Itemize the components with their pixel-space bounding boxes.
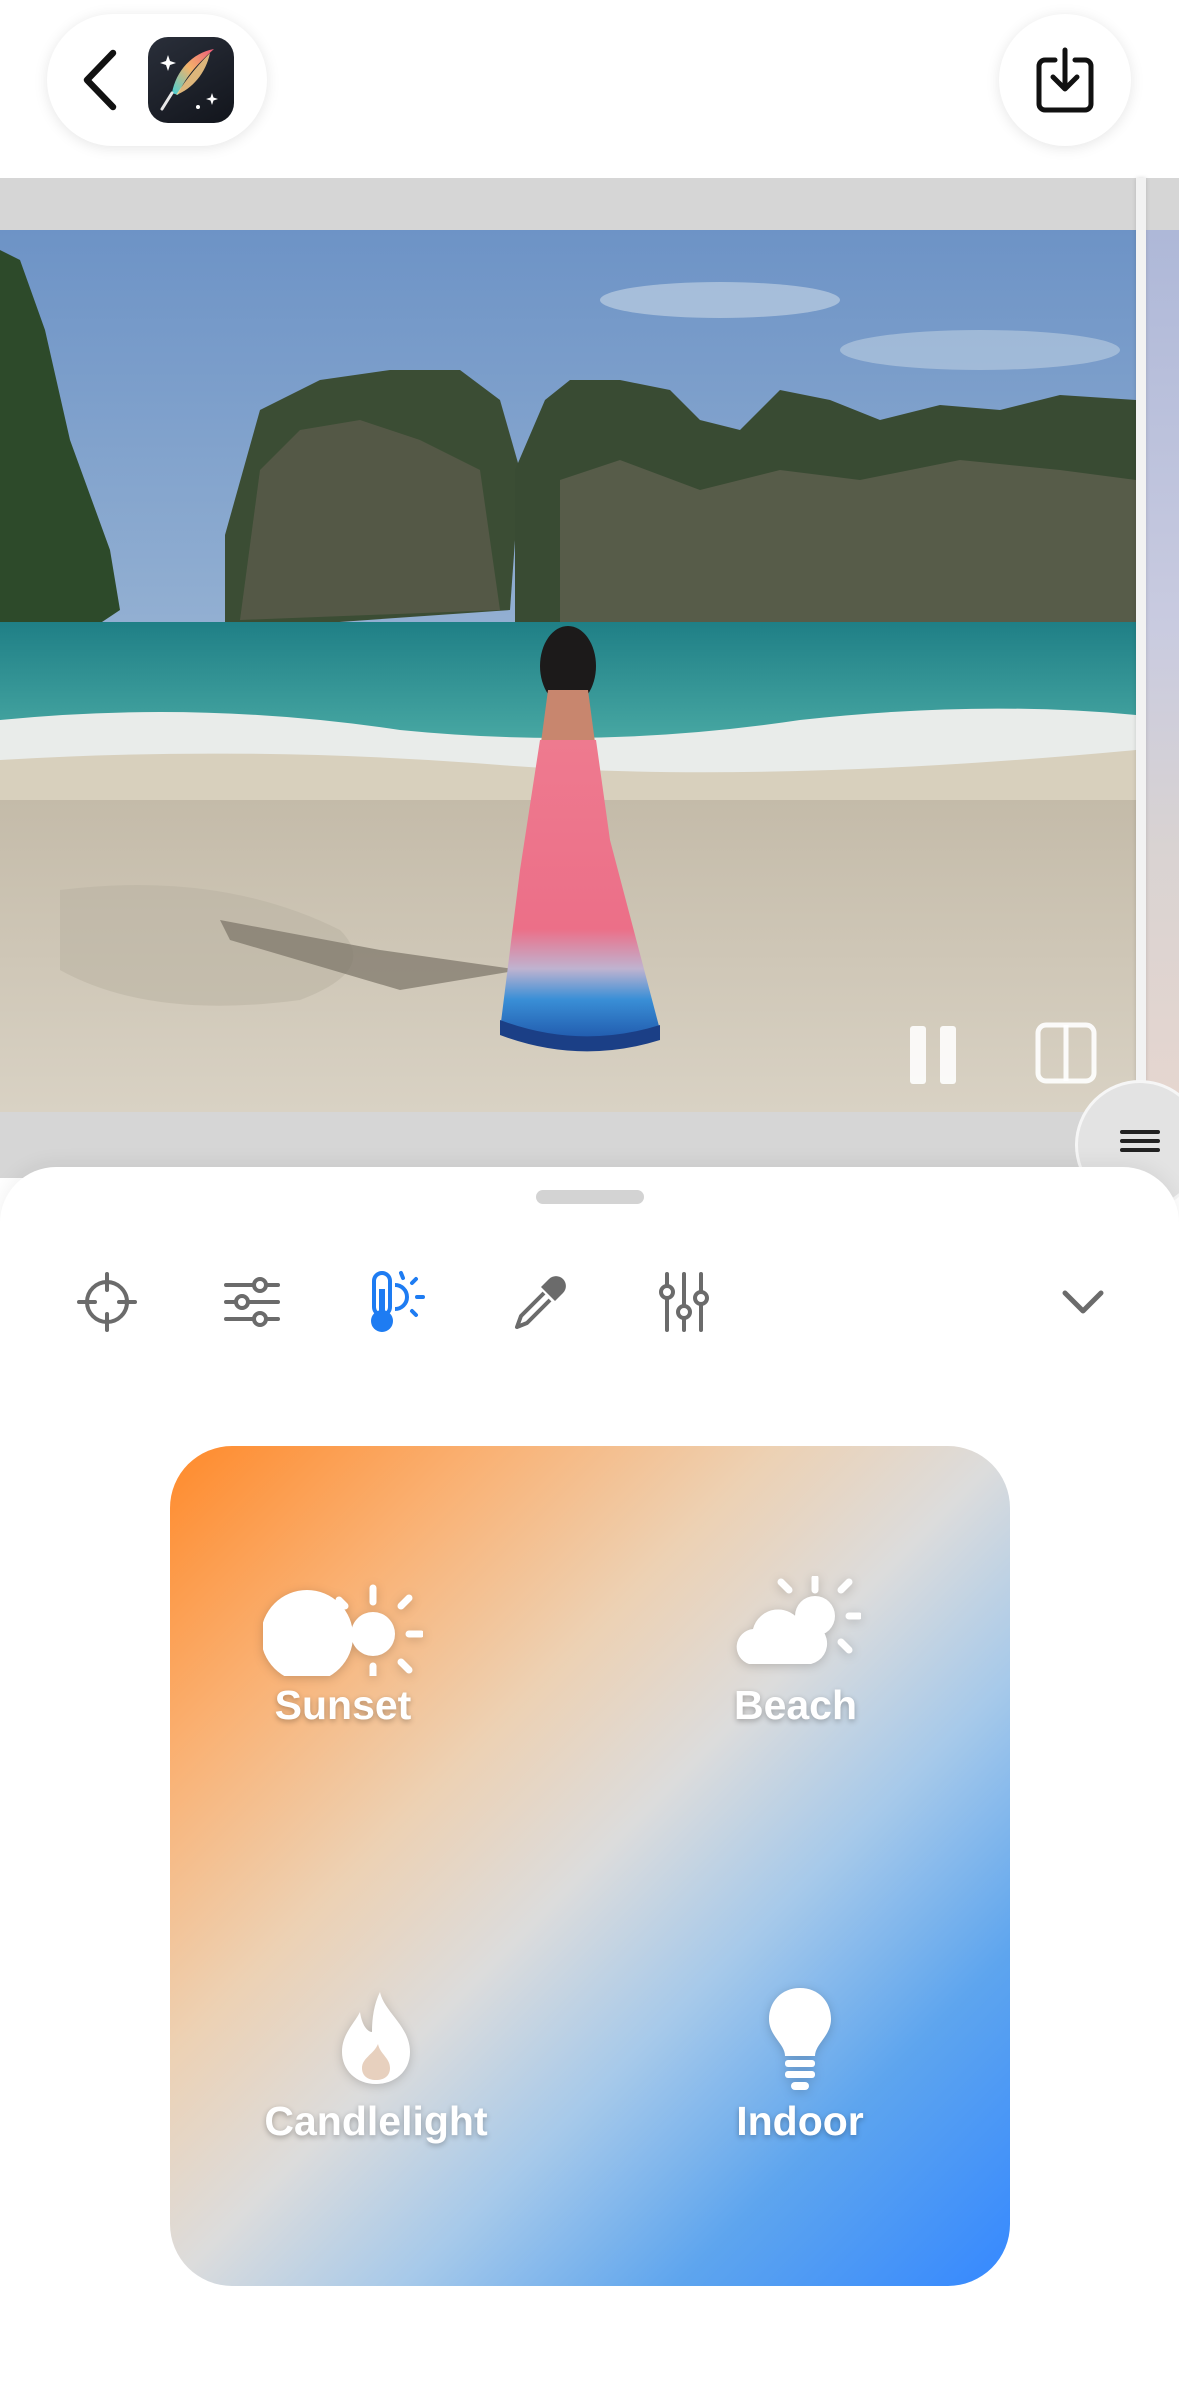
collapse-sheet-button[interactable] bbox=[1045, 1267, 1121, 1337]
preset-sunset[interactable]: Sunset bbox=[254, 1580, 432, 1729]
chevron-down-icon bbox=[1062, 1290, 1104, 1314]
white-balance-presets: Sunset Beach Candlelight Indoor bbox=[170, 1446, 1010, 2286]
preset-indoor[interactable]: Indoor bbox=[730, 1986, 870, 2145]
crosshair-icon bbox=[77, 1272, 137, 1332]
split-compare-button[interactable] bbox=[1035, 1022, 1097, 1084]
tool-adjust[interactable] bbox=[214, 1264, 290, 1340]
lightbulb-icon bbox=[769, 1988, 831, 2090]
partly-sunny-icon bbox=[736, 1576, 861, 1664]
chevron-left-icon bbox=[83, 49, 117, 111]
preset-beach[interactable]: Beach bbox=[718, 1576, 873, 1729]
download-tray-icon bbox=[1036, 47, 1094, 113]
preset-label: Sunset bbox=[274, 1682, 412, 1728]
thermometer-sun-icon bbox=[371, 1271, 425, 1332]
sunset-icon bbox=[263, 1584, 423, 1676]
preset-label: Beach bbox=[733, 1682, 858, 1728]
split-view-icon bbox=[1035, 1022, 1097, 1084]
sheet-grabber[interactable] bbox=[536, 1190, 644, 1204]
tool-levels[interactable] bbox=[646, 1264, 722, 1340]
flame-icon bbox=[342, 1992, 410, 2084]
photo-preview-original bbox=[1146, 230, 1179, 1112]
photo-stage bbox=[0, 178, 1179, 1178]
compare-split-line[interactable] bbox=[1136, 178, 1146, 1178]
preset-label: Candlelight bbox=[264, 2098, 488, 2144]
eyedropper-icon bbox=[515, 1276, 566, 1329]
back-button[interactable] bbox=[69, 44, 131, 116]
tool-crosshair[interactable] bbox=[69, 1264, 145, 1340]
drag-handle-icon bbox=[1120, 1130, 1160, 1152]
beach-photo bbox=[0, 230, 1136, 1112]
preset-candlelight[interactable]: Candlelight bbox=[258, 1990, 494, 2145]
tool-temperature[interactable] bbox=[358, 1264, 434, 1340]
pause-icon bbox=[910, 1026, 956, 1084]
tool-eyedropper[interactable] bbox=[502, 1264, 578, 1340]
adjustment-sheet: Sunset Beach Candlelight Indoor bbox=[0, 1167, 1179, 2394]
photo-preview[interactable] bbox=[0, 230, 1136, 1112]
feather-sparkle-icon bbox=[160, 49, 218, 111]
top-bar bbox=[0, 0, 1179, 178]
app-icon[interactable] bbox=[148, 37, 234, 123]
preset-label: Indoor bbox=[736, 2098, 864, 2144]
pause-button[interactable] bbox=[908, 1026, 958, 1084]
export-button[interactable] bbox=[999, 14, 1131, 146]
sliders-vertical-icon bbox=[659, 1272, 709, 1332]
sliders-horizontal-icon bbox=[224, 1277, 280, 1327]
back-pill bbox=[47, 14, 267, 146]
